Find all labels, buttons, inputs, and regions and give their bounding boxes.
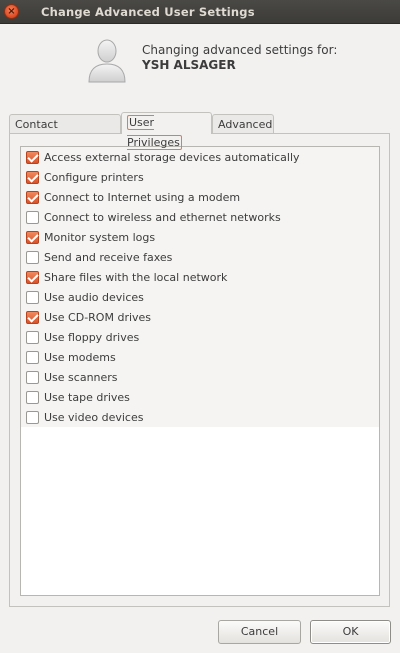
checkbox-unchecked[interactable] bbox=[26, 391, 39, 404]
checkbox-checked[interactable] bbox=[26, 171, 39, 184]
privilege-label: Monitor system logs bbox=[44, 231, 156, 244]
privilege-label: Use CD-ROM drives bbox=[44, 311, 152, 324]
checkbox-unchecked[interactable] bbox=[26, 291, 39, 304]
privilege-label: Send and receive faxes bbox=[44, 251, 173, 264]
privilege-item[interactable]: Use floppy drives bbox=[21, 328, 379, 348]
cancel-button[interactable]: Cancel bbox=[218, 620, 301, 644]
privileges-list[interactable]: Access external storage devices automati… bbox=[20, 146, 380, 596]
privilege-item[interactable]: Use modems bbox=[21, 348, 379, 368]
privilege-label: Connect to wireless and ethernet network… bbox=[44, 211, 281, 224]
checkbox-checked[interactable] bbox=[26, 311, 39, 324]
tab-label: User Privileges bbox=[127, 115, 182, 150]
header-subtitle: Changing advanced settings for: bbox=[142, 43, 338, 57]
checkbox-checked[interactable] bbox=[26, 151, 39, 164]
privilege-item[interactable]: Use audio devices bbox=[21, 288, 379, 308]
privilege-item[interactable]: Connect to Internet using a modem bbox=[21, 188, 379, 208]
privilege-item[interactable]: Connect to wireless and ethernet network… bbox=[21, 208, 379, 228]
checkbox-checked[interactable] bbox=[26, 191, 39, 204]
tab-user-privileges[interactable]: User Privileges bbox=[121, 112, 212, 150]
privilege-label: Connect to Internet using a modem bbox=[44, 191, 241, 204]
privilege-label: Use video devices bbox=[44, 411, 144, 424]
window-title: Change Advanced User Settings bbox=[41, 5, 255, 19]
privilege-label: Use floppy drives bbox=[44, 331, 140, 344]
checkbox-unchecked[interactable] bbox=[26, 371, 39, 384]
tab-label: Advanced bbox=[218, 118, 273, 131]
privilege-label: Use audio devices bbox=[44, 291, 144, 304]
checkbox-checked[interactable] bbox=[26, 271, 39, 284]
checkbox-unchecked[interactable] bbox=[26, 211, 39, 224]
privilege-item[interactable]: Use CD-ROM drives bbox=[21, 308, 379, 328]
privilege-label: Configure printers bbox=[44, 171, 144, 184]
privilege-item[interactable]: Monitor system logs bbox=[21, 228, 379, 248]
tab-advanced[interactable]: Advanced bbox=[212, 114, 274, 134]
title-bar: × Change Advanced User Settings bbox=[0, 0, 400, 24]
privilege-item[interactable]: Use scanners bbox=[21, 368, 379, 388]
checkbox-unchecked[interactable] bbox=[26, 331, 39, 344]
privilege-item[interactable]: Configure printers bbox=[21, 168, 379, 188]
privilege-label: Share files with the local network bbox=[44, 271, 228, 284]
privilege-label: Use scanners bbox=[44, 371, 118, 384]
privilege-label: Use modems bbox=[44, 351, 116, 364]
checkbox-unchecked[interactable] bbox=[26, 251, 39, 264]
user-avatar-icon bbox=[88, 39, 126, 83]
privilege-item[interactable]: Use video devices bbox=[21, 408, 379, 428]
privilege-item[interactable]: Send and receive faxes bbox=[21, 248, 379, 268]
privilege-item[interactable]: Share files with the local network bbox=[21, 268, 379, 288]
privilege-label: Use tape drives bbox=[44, 391, 130, 404]
ok-button[interactable]: OK bbox=[310, 620, 391, 644]
checkbox-unchecked[interactable] bbox=[26, 351, 39, 364]
close-icon[interactable]: × bbox=[4, 4, 19, 19]
checkbox-checked[interactable] bbox=[26, 231, 39, 244]
tab-contact-information[interactable]: Contact Information bbox=[9, 114, 121, 151]
header-user-name: YSH ALSAGER bbox=[142, 58, 236, 72]
privilege-item[interactable]: Access external storage devices automati… bbox=[21, 148, 379, 168]
privilege-item[interactable]: Use tape drives bbox=[21, 388, 379, 408]
checkbox-unchecked[interactable] bbox=[26, 411, 39, 424]
